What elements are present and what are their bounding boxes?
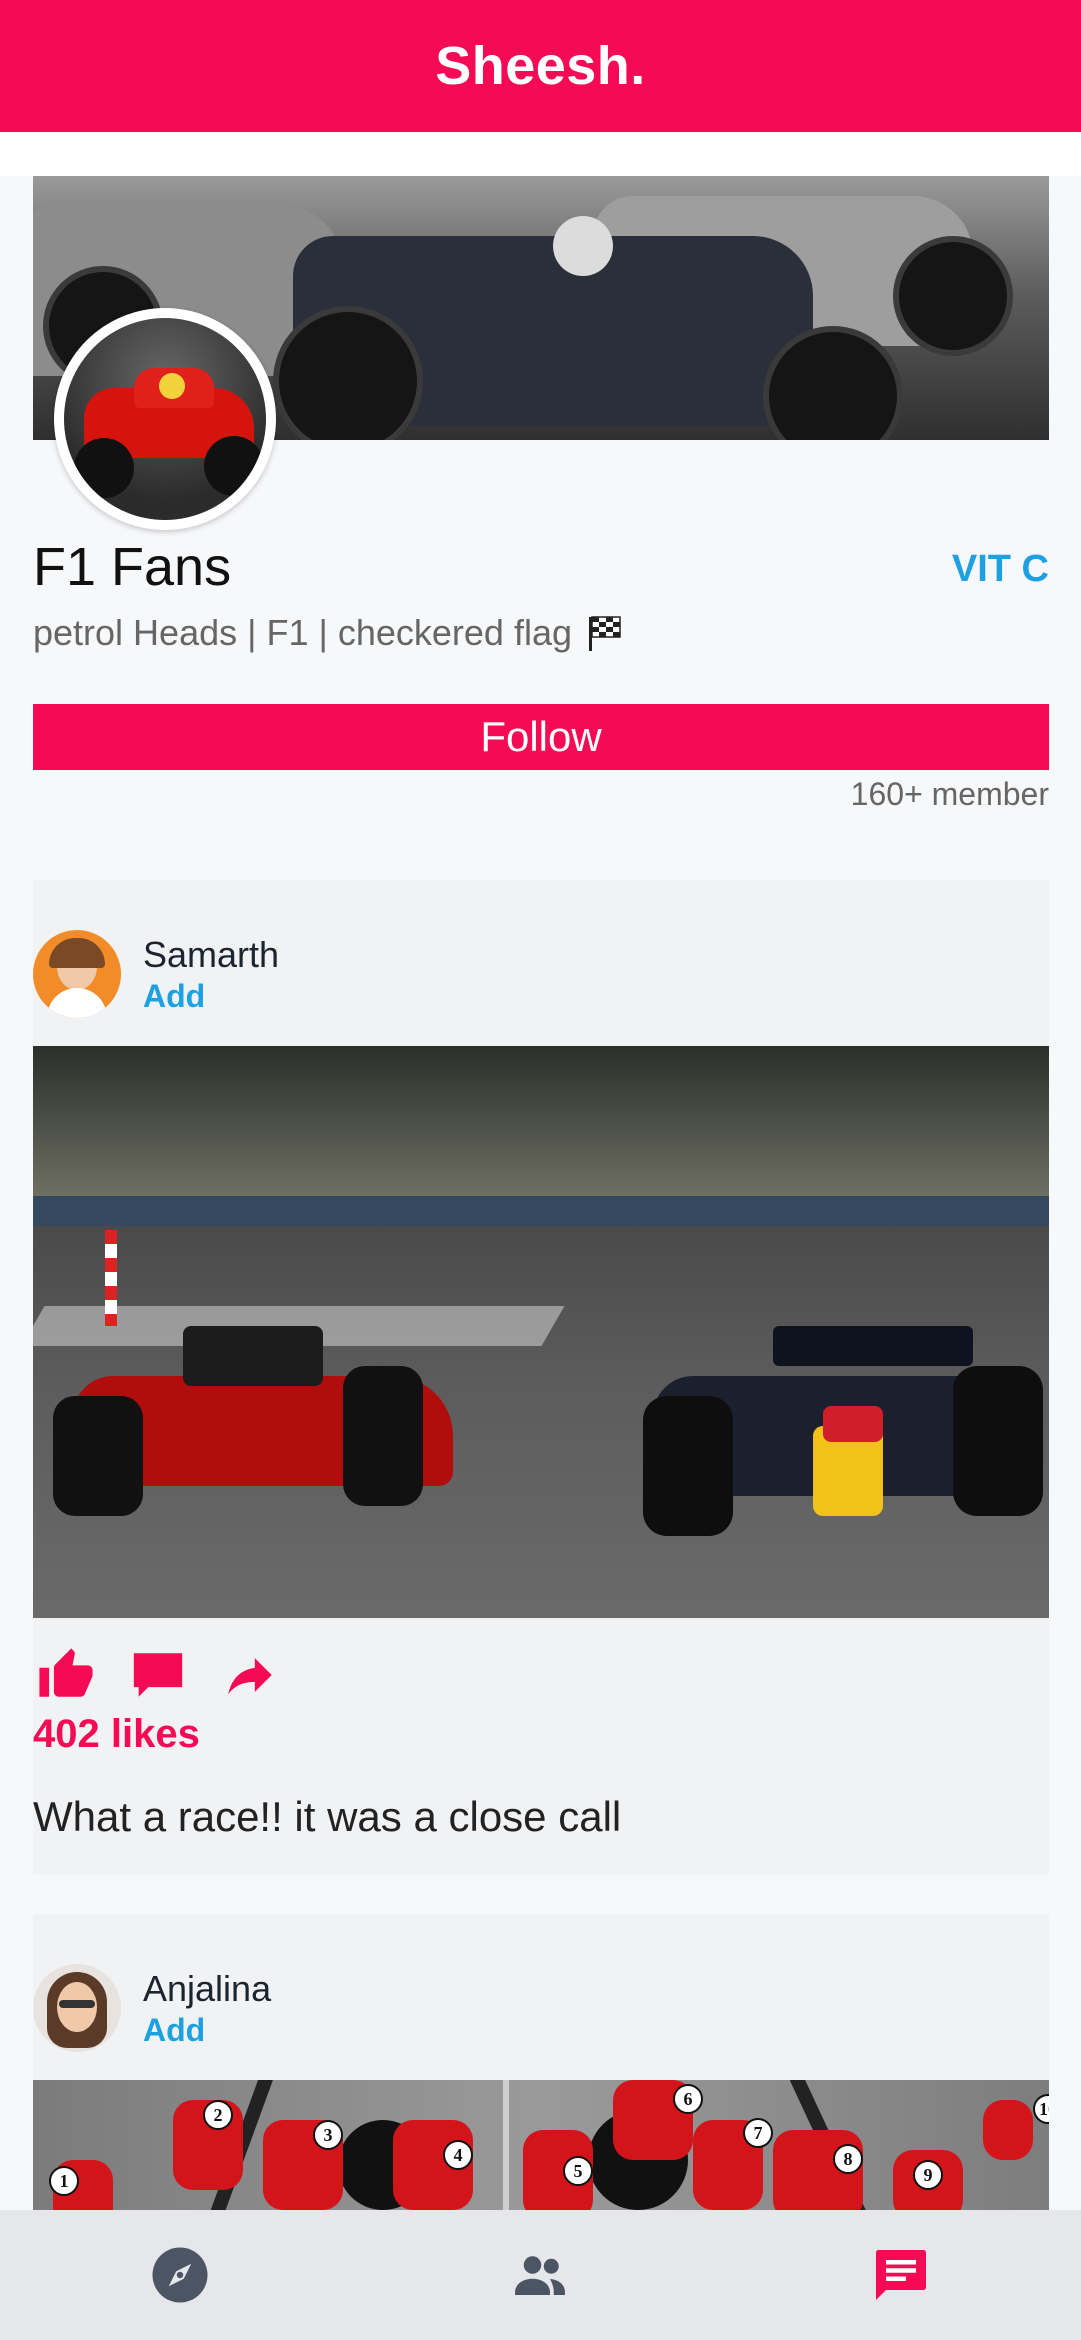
group-page[interactable]: F1 Fans VIT C petrol Heads | F1 | checke… [0, 176, 1081, 2210]
post-image[interactable] [33, 1046, 1049, 1618]
pit-number-badge: 2 [203, 2100, 233, 2130]
checkered-flag-icon [588, 616, 621, 651]
pit-number-badge: 8 [833, 2144, 863, 2174]
pit-number-badge: 7 [743, 2118, 773, 2148]
explore-icon [152, 2247, 208, 2303]
group-avatar[interactable] [54, 308, 276, 530]
post-username[interactable]: Samarth [143, 934, 279, 976]
pit-number-badge: 6 [673, 2084, 703, 2114]
user-avatar[interactable] [33, 1964, 121, 2052]
post-image[interactable]: 12345678910 [33, 2080, 1049, 2210]
people-icon [515, 2256, 566, 2295]
group-bio: petrol Heads | F1 | checkered flag [33, 612, 624, 654]
nav-explore[interactable] [110, 2225, 250, 2325]
post-card: Samarth Add 402 likes What a race!! it w… [33, 880, 1049, 1875]
comment-icon[interactable] [129, 1646, 187, 1704]
post-header: Samarth Add [33, 880, 1049, 1046]
app-title: Sheesh. [435, 36, 646, 96]
add-friend-link[interactable]: Add [143, 2012, 205, 2049]
pit-number-badge: 4 [443, 2140, 473, 2170]
post-header: Anjalina Add [33, 1914, 1049, 2080]
pit-number-badge: 9 [913, 2160, 943, 2190]
bottom-nav [0, 2210, 1081, 2340]
post-caption: What a race!! it was a close call [33, 1793, 622, 1840]
group-name: F1 Fans [33, 537, 232, 597]
pit-number-badge: 1 [49, 2166, 79, 2196]
add-friend-link[interactable]: Add [143, 978, 205, 1015]
nav-groups[interactable] [470, 2225, 610, 2325]
like-count: 402 likes [33, 1712, 200, 1756]
pit-number-badge: 3 [313, 2120, 343, 2150]
user-avatar[interactable] [33, 930, 121, 1018]
post-actions [33, 1618, 1049, 1710]
nav-chat[interactable] [831, 2225, 971, 2325]
post-card: Anjalina Add 12345678910 [33, 1914, 1049, 2210]
follow-button[interactable]: Follow [33, 704, 1049, 770]
chat-icon [875, 2250, 926, 2300]
like-icon[interactable] [37, 1646, 95, 1704]
post-username[interactable]: Anjalina [143, 1968, 271, 2010]
group-bio-text: petrol Heads | F1 | checkered flag [33, 612, 572, 653]
header-spacer [0, 132, 1081, 176]
app-header: Sheesh. [0, 0, 1081, 132]
group-org-link[interactable]: VIT C [952, 548, 1049, 591]
pit-number-badge: 5 [563, 2156, 593, 2186]
share-icon[interactable] [221, 1646, 279, 1704]
member-count: 160+ member [850, 776, 1049, 812]
